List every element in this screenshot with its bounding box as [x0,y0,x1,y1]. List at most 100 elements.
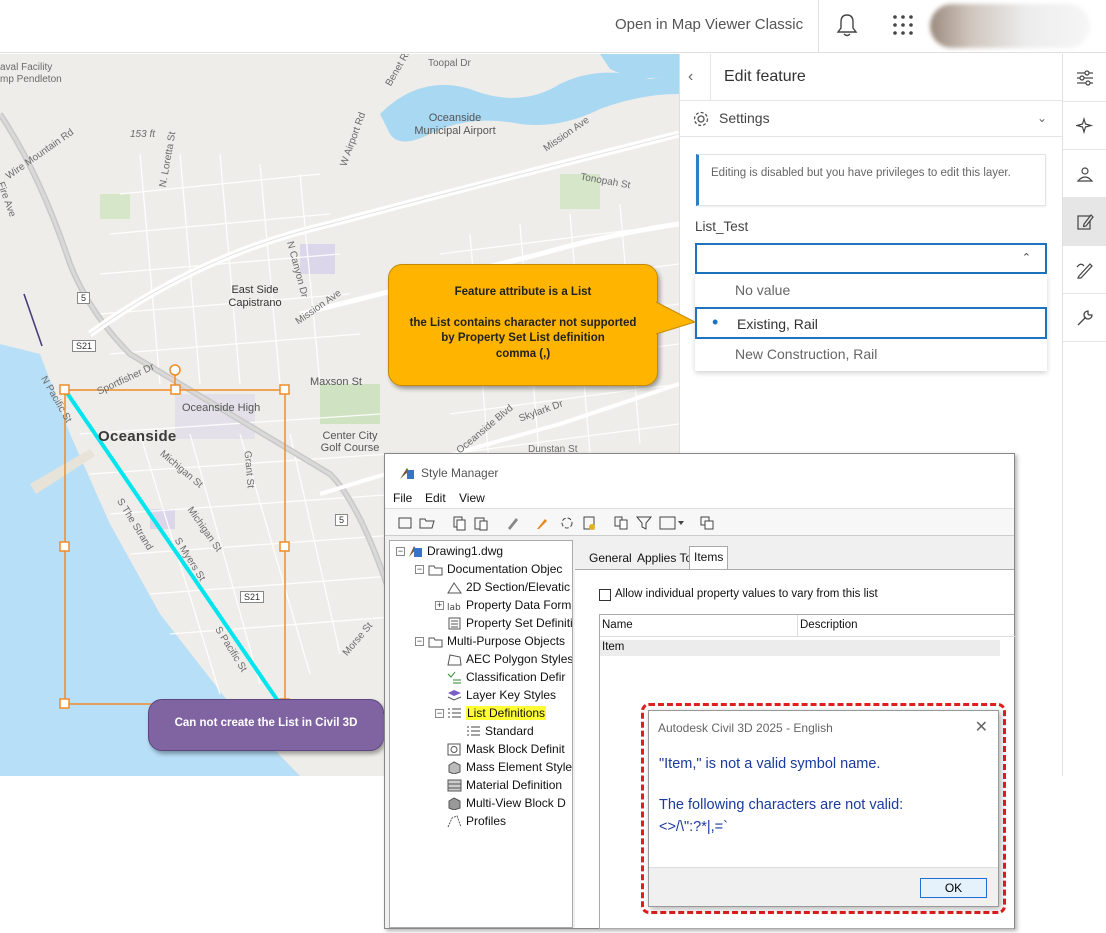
list-icon [448,708,461,718]
back-chevron-icon[interactable]: ‹ [688,68,706,86]
field-label: List_Test [695,219,749,234]
tab-items[interactable]: Items [689,546,729,569]
map-label: Center City Golf Course [320,430,380,454]
folder-icon [428,637,443,648]
notifications-bell-icon[interactable] [836,13,858,37]
dialog-message: "Item," is not a valid symbol name. [659,756,881,772]
tools-button[interactable] [1063,294,1106,342]
sparkle-icon [1076,117,1094,135]
checkbox-box[interactable] [599,589,611,601]
highway-shield: S21 [72,340,97,352]
map-label: East Side Capistrano [228,284,282,309]
panel-title: Edit feature [724,68,806,85]
menu-file[interactable]: File [393,491,412,505]
style-tree[interactable]: − Drawing1.dwg − Documentation Objec 2D … [389,540,573,928]
drawing-icon [409,546,422,557]
mask-block-icon [447,743,461,756]
ok-button[interactable]: OK [920,878,987,898]
polygon-icon [447,654,462,666]
layer-key-icon [447,690,462,701]
tab-applies-to[interactable]: Applies To [633,548,696,568]
refresh-icon[interactable] [559,515,575,531]
toggle-view-icon[interactable] [699,515,715,531]
edit-pencil-icon [1077,214,1094,230]
tree-label: Classification Defir [466,670,566,684]
tree-label: Multi-Purpose Objects [447,634,566,648]
select-dropdown: No value Existing, Rail New Construction… [695,274,1047,371]
option-new-construction-rail[interactable]: New Construction, Rail [695,339,1047,371]
menu-bar: File Edit View [385,488,1014,508]
settings-section[interactable]: Settings ⌄ [680,101,1063,137]
edit-style-icon[interactable] [535,515,551,531]
property-data-icon: lab [447,603,461,612]
tree-label: List Definitions [466,706,547,720]
tree-label: 2D Section/Elevatic [466,580,571,594]
editing-disabled-notice: Editing is disabled but you have privile… [696,154,1046,206]
dialog-message: The following characters are not valid: [659,797,904,813]
chevron-up-icon: ⌃ [1021,252,1031,264]
window-title: Style Manager [421,466,499,480]
panel-header: ‹ Edit feature [680,54,1062,101]
menu-edit[interactable]: Edit [425,491,446,505]
column-header-name[interactable]: Name [600,615,798,637]
edit-button[interactable] [1063,198,1106,246]
option-existing-rail[interactable]: Existing, Rail [695,307,1047,339]
collapse-icon[interactable]: − [396,547,405,556]
dialog-footer: OK [649,867,998,906]
map-label: Oceanside High [182,402,261,414]
civil3d-callout: Can not create the List in Civil 3D [148,699,384,751]
svg-text:lab: lab [447,603,461,612]
list-test-select[interactable]: ⌃ [695,243,1047,274]
callout-line: by Property Set List definition [441,332,605,344]
mass-element-icon [448,761,461,774]
toolbar [385,508,1014,536]
list-icon [467,726,480,736]
close-icon[interactable]: ✕ [975,717,988,737]
open-map-viewer-classic-link[interactable]: Open in Map Viewer Classic [615,16,803,33]
menu-view[interactable]: View [459,491,485,505]
expand-icon[interactable]: + [435,601,444,610]
collapse-icon[interactable]: − [415,565,424,574]
tree-label: Property Set Definiti [466,616,573,630]
table-row[interactable]: Item [600,640,1000,656]
option-no-value[interactable]: No value [695,275,1047,307]
copy-icon[interactable] [451,515,467,531]
tree-label: Layer Key Styles [466,688,557,702]
column-header-description[interactable]: Description [798,615,1015,637]
highway-shield: 5 [335,514,349,526]
tree-label: Multi-View Block D [466,796,566,810]
multi-view-block-icon [448,797,461,810]
new-icon[interactable] [397,515,413,531]
divider [818,0,819,53]
tree-label: Property Data Form [466,598,572,612]
tree-label: Standard [485,724,534,738]
sketch-icon [1076,263,1093,279]
material-icon [447,779,462,792]
tree-label: Mask Block Definit [466,742,565,756]
properties-button[interactable] [1063,54,1106,102]
analysis-button[interactable] [1063,150,1106,198]
effects-button[interactable] [1063,102,1106,150]
tree-label: Drawing1.dwg [427,544,504,558]
app-launcher-icon[interactable] [892,14,914,36]
open-folder-icon[interactable] [419,515,435,531]
sort-icon[interactable] [613,515,629,531]
section-icon [447,582,462,594]
view-dropdown-icon[interactable] [659,515,685,531]
collapse-icon[interactable]: − [415,637,424,646]
document-icon[interactable] [581,515,597,531]
tab-general[interactable]: General [585,548,636,568]
highway-shield: S21 [240,591,265,603]
folder-icon [428,565,443,576]
chevron-down-icon: ⌄ [1036,111,1047,125]
sketch-button[interactable] [1063,246,1106,294]
collapse-icon[interactable]: − [435,709,444,718]
purge-icon[interactable] [505,515,521,531]
tree-label: AEC Polygon Styles [466,652,573,666]
map-label: Maxson St [310,376,362,388]
filter-icon[interactable] [636,515,652,531]
user-avatar[interactable] [930,4,1090,48]
list-callout: Feature attribute is a List the List con… [388,264,658,386]
paste-icon[interactable] [473,515,489,531]
tree-label: Mass Element Style [466,760,573,774]
